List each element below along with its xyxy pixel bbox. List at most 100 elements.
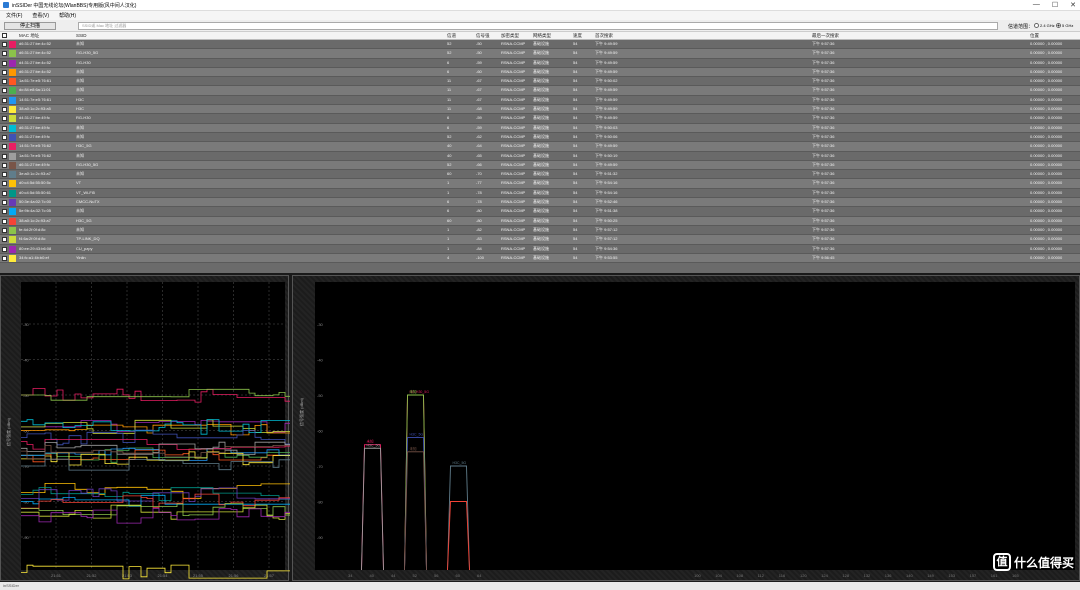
channel-network-label: 未知	[410, 446, 418, 451]
table-row[interactable]: d4:31:27:be:49:fc RG-H30 6 -59 RSNA-CCMP 基础设施…	[0, 114, 1080, 124]
col-mac[interactable]: MAC 地址	[19, 33, 39, 39]
channel-cell: 6	[447, 115, 450, 121]
table-row[interactable]: f4:6a:2f:0f:d:8c TP-LINK_DQ 1 -83 RSNA-CCMP 基…	[0, 235, 1080, 245]
network-type-cell: 基础设施	[533, 152, 549, 158]
time-x-tick: 21:53	[122, 573, 133, 578]
table-row[interactable]: d6:31:27:be:49:fc 未知 6 -59 RSNA-CCMP 基础设施 54 下午…	[0, 123, 1080, 133]
row-checkbox[interactable]	[2, 51, 7, 57]
table-row[interactable]: d6:31:27:be:4c:52 未知 6 -60 RSNA-CCMP 基础设施 54 下午…	[0, 67, 1080, 78]
table-row[interactable]: 1a:51:7e:e5:76:61 未知 11 -67 RSNA-CCMP 基础设施 54 下…	[0, 77, 1080, 87]
table-row[interactable]: 80:ee:29:43:b6:08 CU_pzpy 1 -84 RSNA-CCMP 基础设…	[0, 244, 1080, 254]
network-type-cell: 基础设施	[533, 124, 549, 130]
row-checkbox[interactable]	[2, 237, 7, 243]
row-checkbox[interactable]	[2, 69, 7, 75]
color-swatch-icon	[9, 217, 16, 225]
row-checkbox[interactable]	[2, 134, 7, 140]
table-row[interactable]: dc:84:e8:6a:11:01 未知 11 -67 RSNA-CCMP 基础设施 54 下…	[0, 86, 1080, 96]
row-checkbox[interactable]	[2, 88, 7, 94]
row-checkbox[interactable]	[2, 97, 7, 103]
table-row[interactable]: 38:a0:1c:2c:93:a7 H3C_5G 60 -80 RSNA-CCMP 基础设…	[0, 216, 1080, 226]
table-row[interactable]: 1a:51:7e:e5:76:62 未知 40 -65 RSNA-CCMP 基础设施 54 下…	[0, 151, 1080, 161]
minimize-button[interactable]: —	[1033, 1, 1040, 9]
band-5-option[interactable]: 5 GHz	[1056, 23, 1073, 28]
col-ssid[interactable]: SSID	[76, 33, 87, 38]
encryption-cell: RSNA-CCMP	[501, 87, 526, 93]
col-first-seen[interactable]: 首次搜索	[595, 33, 613, 39]
app-icon	[3, 2, 9, 8]
encryption-cell: RSNA-CCMP	[501, 245, 526, 251]
row-checkbox[interactable]	[2, 153, 7, 159]
table-row[interactable]: d6:31:27:be:4c:52 RG-H30_5G 52 -50 RSNA-CCMP…	[0, 49, 1080, 59]
table-row[interactable]: d0:c4:5d:55:50:5c VT 1 -77 RSNA-CCMP 基础设施 54 下午…	[0, 179, 1080, 189]
row-checkbox[interactable]	[2, 181, 7, 187]
maximize-button[interactable]: ☐	[1052, 1, 1058, 9]
col-signal[interactable]: 信号强	[476, 33, 490, 39]
menu-help[interactable]: 帮助(H)	[59, 12, 76, 19]
table-row[interactable]: d0:c4:5d:55:50:61 VT_Wi-Fi5 1 -78 RSNA-CCMP 基…	[0, 188, 1080, 199]
color-swatch-icon	[9, 226, 16, 234]
col-encryption[interactable]: 加密类型	[501, 33, 519, 39]
location-cell: 0.00000 , 0.00000	[1030, 199, 1063, 205]
row-checkbox[interactable]	[2, 246, 7, 252]
row-checkbox[interactable]	[2, 107, 7, 113]
col-network-type[interactable]: 网络类型	[533, 33, 551, 39]
row-checkbox[interactable]	[2, 172, 7, 178]
table-row[interactable]: 50:3e:4a:02:7c:00 CMCC-NuTX 6 -78 RSNA-CCMP 基…	[0, 198, 1080, 208]
stop-scan-button[interactable]: 停止扫描	[4, 22, 56, 30]
radio-5ghz[interactable]	[1056, 23, 1061, 28]
menu-file[interactable]: 文件(F)	[6, 12, 22, 19]
table-row[interactable]: d6:31:27:be:4c:52 未知 52 -50 RSNA-CCMP 基础设施 54 下…	[0, 40, 1080, 50]
time-graph: -30 -40 -50 -60 -70 -80 -90 21:51 21:52 21:53 21:5…	[5, 282, 291, 580]
radio-24ghz[interactable]	[1034, 23, 1039, 28]
channel-x-tick: 40	[370, 573, 375, 578]
table-row[interactable]: d4:31:27:be:4c:52 RG-H30 6 -59 RSNA-CCMP 基础设施…	[0, 58, 1080, 68]
row-checkbox[interactable]	[2, 79, 7, 85]
col-speed[interactable]: 速度	[573, 33, 582, 39]
band-5-label: 5 GHz	[1062, 23, 1074, 28]
location-cell: 0.00000 , 0.00000	[1030, 96, 1063, 102]
ssid-filter-input[interactable]: SSID或 Mac 地址 过滤器	[78, 22, 998, 30]
table-row[interactable]: 14:51:7e:e5:76:61 H3C 11 -67 RSNA-CCMP 基础设施 54…	[0, 95, 1080, 106]
ssid-cell: H3C_5G	[76, 217, 92, 223]
table-row[interactable]: d6:31:27:be:49:fc RG-H30_5G 52 -66 RSNA-CCMP…	[0, 160, 1080, 171]
close-button[interactable]: ✕	[1070, 1, 1076, 9]
row-checkbox[interactable]	[2, 190, 7, 196]
table-row[interactable]: 38:a0:1c:2c:93:a5 H3C 11 -68 RSNA-CCMP 基础设施 54…	[0, 105, 1080, 115]
table-row[interactable]: 34:fc:a1:4b:b0:ef Yinlin 4 -100 RSNA-CCMP 基础设…	[0, 253, 1080, 264]
row-checkbox[interactable]	[2, 42, 7, 47]
channel-network-label: 未知	[410, 389, 418, 394]
row-checkbox[interactable]	[2, 218, 7, 224]
row-checkbox[interactable]	[2, 162, 7, 168]
table-row[interactable]: 14:51:7e:e5:76:62 H3C_5G 40 -64 RSNA-CCMP 基础设…	[0, 142, 1080, 152]
location-cell: 0.00000 , 0.00000	[1030, 161, 1063, 167]
first-seen-cell: 下午 9:49:59	[595, 143, 618, 149]
table-row[interactable]: 5e:9b:4a:32:7c:05 未知 6 -80 RSNA-CCMP 基础设施 54 下午…	[0, 207, 1080, 217]
speed-cell: 54	[573, 199, 578, 205]
row-checkbox[interactable]	[2, 227, 7, 233]
table-row[interactable]: fe:4d:2f:0f:d:8c 未知 1 -82 RSNA-CCMP 基础设施 54 下午 …	[0, 225, 1080, 236]
select-all-checkbox[interactable]	[2, 33, 7, 38]
col-location[interactable]: 位置	[1030, 33, 1039, 39]
row-checkbox[interactable]	[2, 200, 7, 206]
band-24-option[interactable]: 2.4 GHz	[1034, 23, 1055, 28]
col-last-seen[interactable]: 最后一次搜索	[812, 33, 839, 39]
table-row[interactable]: d6:31:27:be:49:fc 未知 52 -62 RSNA-CCMP 基础设施 54 下…	[0, 132, 1080, 143]
network-type-cell: 基础设施	[533, 143, 549, 149]
row-checkbox[interactable]	[2, 116, 7, 122]
row-checkbox[interactable]	[2, 144, 7, 150]
row-checkbox[interactable]	[2, 60, 7, 66]
col-channel[interactable]: 信道	[447, 33, 456, 39]
menu-view[interactable]: 查看(V)	[32, 12, 49, 19]
encryption-cell: RSNA-CCMP	[501, 189, 526, 195]
table-row[interactable]: 3e:a0:1c:2c:93:a7 未知 60 -70 RSNA-CCMP 基础设施 54 下…	[0, 170, 1080, 180]
network-type-cell: 基础设施	[533, 226, 549, 232]
speed-cell: 54	[573, 78, 578, 84]
network-type-cell: 基础设施	[533, 199, 549, 205]
encryption-cell: RSNA-CCMP	[501, 50, 526, 56]
network-type-cell: 基础设施	[533, 78, 549, 84]
channel-cell: 52	[447, 161, 452, 167]
ssid-cell: H3C	[76, 106, 85, 112]
row-checkbox[interactable]	[2, 209, 7, 215]
row-checkbox[interactable]	[2, 125, 7, 131]
row-checkbox[interactable]	[2, 255, 7, 261]
